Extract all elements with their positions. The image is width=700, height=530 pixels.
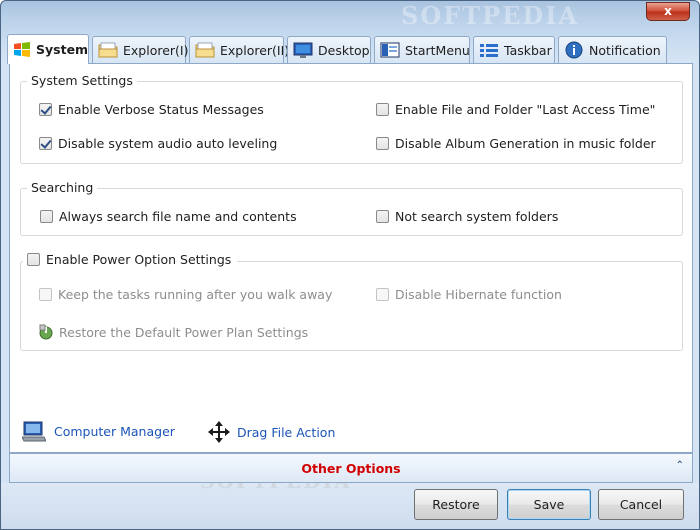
search-contents-checkbox[interactable]	[40, 210, 53, 223]
tab-startmenu[interactable]: StartMenu	[374, 36, 470, 63]
start-menu-icon	[380, 41, 400, 59]
power-settings-group: Enable Power Option Settings Keep the ta…	[20, 252, 683, 351]
windows-logo-icon	[13, 41, 31, 59]
search-contents-option[interactable]: Always search file name and contents	[40, 209, 297, 224]
option-label: Disable Hibernate function	[395, 287, 562, 302]
move-arrows-icon	[207, 420, 231, 444]
option-label: Restore the Default Power Plan Settings	[59, 324, 309, 340]
option-label: Not search system folders	[395, 209, 559, 224]
audio-auto-leveling-option[interactable]: Disable system audio auto leveling	[39, 136, 277, 151]
option-label: Disable Album Generation in music folder	[395, 136, 656, 151]
other-options-bar[interactable]: Other Options ⌃	[9, 453, 693, 483]
keep-tasks-running-option[interactable]: Keep the tasks running after you walk aw…	[39, 287, 332, 302]
folder-icon	[195, 41, 215, 59]
album-generation-option[interactable]: Disable Album Generation in music folder	[376, 136, 656, 151]
close-button[interactable]: x	[646, 2, 690, 21]
option-label: Keep the tasks running after you walk aw…	[58, 287, 333, 302]
computer-manager-link[interactable]: Computer Manager	[22, 420, 175, 442]
system-settings-title: System Settings	[27, 73, 137, 88]
drag-file-action-label: Drag File Action	[237, 424, 336, 440]
not-search-system-folders-option[interactable]: Not search system folders	[376, 209, 558, 224]
tab-system[interactable]: System	[7, 34, 89, 64]
enable-power-option[interactable]: Enable Power Option Settings	[23, 252, 238, 267]
album-generation-checkbox[interactable]	[376, 137, 389, 150]
tab-strip: System Explorer(I) Explorer(II) Desktop …	[7, 34, 697, 64]
collapse-up-icon[interactable]: ⌃	[676, 460, 684, 471]
desktop-icon	[293, 41, 313, 59]
option-label: Enable Power Option Settings	[46, 252, 232, 267]
taskbar-icon	[479, 41, 499, 59]
keep-tasks-running-checkbox[interactable]	[39, 288, 52, 301]
disable-hibernate-checkbox[interactable]	[376, 288, 389, 301]
tab-explorer-2[interactable]: Explorer(II)	[189, 36, 289, 63]
restore-power-plan-link[interactable]: Restore the Default Power Plan Settings	[38, 324, 308, 340]
title-bar: SOFTPEDIA x	[1, 1, 699, 31]
system-settings-group: System Settings Enable Verbose Status Me…	[20, 73, 683, 164]
tab-label: Explorer(I)	[123, 42, 189, 58]
last-access-time-checkbox[interactable]	[376, 103, 389, 116]
folder-icon	[98, 41, 118, 59]
searching-group: Searching Always search file name and co…	[20, 180, 683, 236]
power-plan-icon	[38, 324, 54, 340]
verbose-status-option[interactable]: Enable Verbose Status Messages	[39, 102, 264, 117]
computer-icon	[22, 420, 46, 442]
drag-file-action-link[interactable]: Drag File Action	[207, 420, 335, 444]
last-access-time-option[interactable]: Enable File and Folder "Last Access Time…	[376, 102, 655, 117]
disable-hibernate-option[interactable]: Disable Hibernate function	[376, 287, 562, 302]
info-icon	[564, 41, 584, 59]
tab-notification[interactable]: Notification	[558, 36, 667, 63]
tab-explorer-1[interactable]: Explorer(I)	[92, 36, 189, 63]
tab-label: Notification	[589, 42, 661, 58]
title-watermark: SOFTPEDIA	[401, 1, 580, 30]
option-label: Always search file name and contents	[59, 209, 297, 224]
save-button[interactable]: Save	[507, 489, 591, 520]
tab-content-system: System Settings Enable Verbose Status Me…	[9, 63, 693, 493]
tab-label: System	[36, 42, 89, 57]
tab-label: Explorer(II)	[220, 42, 290, 58]
searching-title: Searching	[27, 180, 98, 195]
option-label: Enable Verbose Status Messages	[58, 102, 264, 117]
other-options-label: Other Options	[301, 461, 401, 476]
tab-desktop[interactable]: Desktop	[287, 36, 371, 63]
tab-taskbar[interactable]: Taskbar	[473, 36, 555, 63]
app-window: SOFTPEDIA x System Explorer(I) Explorer(…	[0, 0, 700, 530]
tab-label: Desktop	[318, 42, 370, 58]
option-label: Disable system audio auto leveling	[58, 136, 278, 151]
restore-button[interactable]: Restore	[414, 489, 498, 520]
cancel-button[interactable]: Cancel	[598, 489, 684, 520]
verbose-status-checkbox[interactable]	[39, 103, 52, 116]
not-search-system-folders-checkbox[interactable]	[376, 210, 389, 223]
tab-label: StartMenu	[405, 42, 470, 58]
audio-auto-leveling-checkbox[interactable]	[39, 137, 52, 150]
computer-manager-label: Computer Manager	[54, 423, 175, 439]
option-label: Enable File and Folder "Last Access Time…	[395, 102, 656, 117]
enable-power-checkbox[interactable]	[27, 253, 40, 266]
tab-label: Taskbar	[504, 42, 552, 58]
